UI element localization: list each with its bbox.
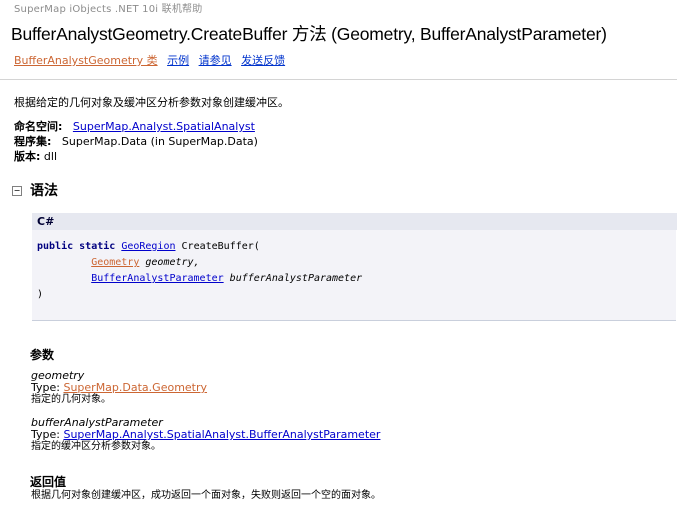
namespace-row: 命名空间: SuperMap.Analyst.SpatialAnalyst [14, 119, 258, 134]
version-label: 版本: [14, 150, 41, 163]
code-language-label: C# [32, 213, 677, 230]
return-type-link[interactable]: GeoRegion [121, 241, 175, 252]
class-link[interactable]: BufferAnalystGeometry 类 [14, 54, 158, 67]
method-name: CreateBuffer( [181, 241, 260, 252]
assembly-label: 程序集: [14, 135, 52, 148]
return-value-description: 根据几何对象创建缓冲区，成功返回一个面对象，失败则返回一个空的面对象。 [31, 490, 381, 501]
code-block: C# public static GeoRegion CreateBuffer(… [32, 213, 677, 321]
see-also-link[interactable]: 请参见 [199, 54, 232, 67]
feedback-link[interactable]: 发送反馈 [241, 54, 285, 67]
method-description: 根据给定的几何对象及缓冲区分析参数对象创建缓冲区。 [14, 96, 289, 109]
close-paren: ) [37, 289, 44, 300]
parameter-buffer-analyst-parameter: bufferAnalystParameter Type: SuperMap.An… [31, 417, 380, 453]
version-value: dll [43, 150, 58, 163]
param1-name: geometry, [145, 257, 200, 268]
assembly-row: 程序集: SuperMap.Data (in SuperMap.Data) [14, 134, 258, 149]
assembly-value: SuperMap.Data (in SuperMap.Data) [61, 135, 258, 148]
type-label: Type: [31, 381, 64, 394]
param-description: 指定的几何对象。 [31, 394, 111, 405]
code-signature: public static GeoRegion CreateBuffer( Ge… [37, 239, 362, 303]
param-type-link[interactable]: SuperMap.Data.Geometry [63, 381, 207, 394]
help-banner: SuperMap iObjects .NET 10i 联机帮助 [14, 4, 203, 15]
keyword-static: static [79, 241, 116, 252]
header-links: BufferAnalystGeometry 类 示例 请参见 发送反馈 [14, 52, 291, 68]
param2-name: bufferAnalystParameter [229, 273, 363, 284]
type-label: Type: [31, 428, 64, 441]
collapse-toggle-icon[interactable]: − [12, 186, 22, 196]
example-link[interactable]: 示例 [167, 54, 189, 67]
parameter-geometry: geometry Type: SuperMap.Data.Geometry 指定… [31, 370, 207, 406]
page-header: SuperMap iObjects .NET 10i 联机帮助 BufferAn… [0, 0, 677, 80]
param-description: 指定的缓冲区分析参数对象。 [31, 441, 161, 452]
param-type-row: Type: SuperMap.Data.Geometry [31, 382, 207, 394]
page-title: BufferAnalystGeometry.CreateBuffer 方法 (G… [11, 24, 607, 44]
keyword-public: public [37, 241, 74, 252]
param1-type-link[interactable]: Geometry [91, 257, 139, 268]
syntax-section-header[interactable]: − 语法 [12, 180, 58, 200]
param2-type-link[interactable]: BufferAnalystParameter [91, 273, 223, 284]
version-row: 版本: dll [14, 149, 258, 164]
member-info: 命名空间: SuperMap.Analyst.SpatialAnalyst 程序… [14, 119, 258, 164]
param-type-link[interactable]: SuperMap.Analyst.SpatialAnalyst.BufferAn… [63, 428, 380, 441]
namespace-link[interactable]: SuperMap.Analyst.SpatialAnalyst [73, 120, 255, 133]
namespace-label: 命名空间: [14, 120, 63, 133]
parameters-heading: 参数 [30, 348, 55, 362]
return-value-heading: 返回值 [30, 475, 67, 489]
syntax-heading: 语法 [30, 183, 58, 199]
param-type-row: Type: SuperMap.Analyst.SpatialAnalyst.Bu… [31, 429, 380, 441]
